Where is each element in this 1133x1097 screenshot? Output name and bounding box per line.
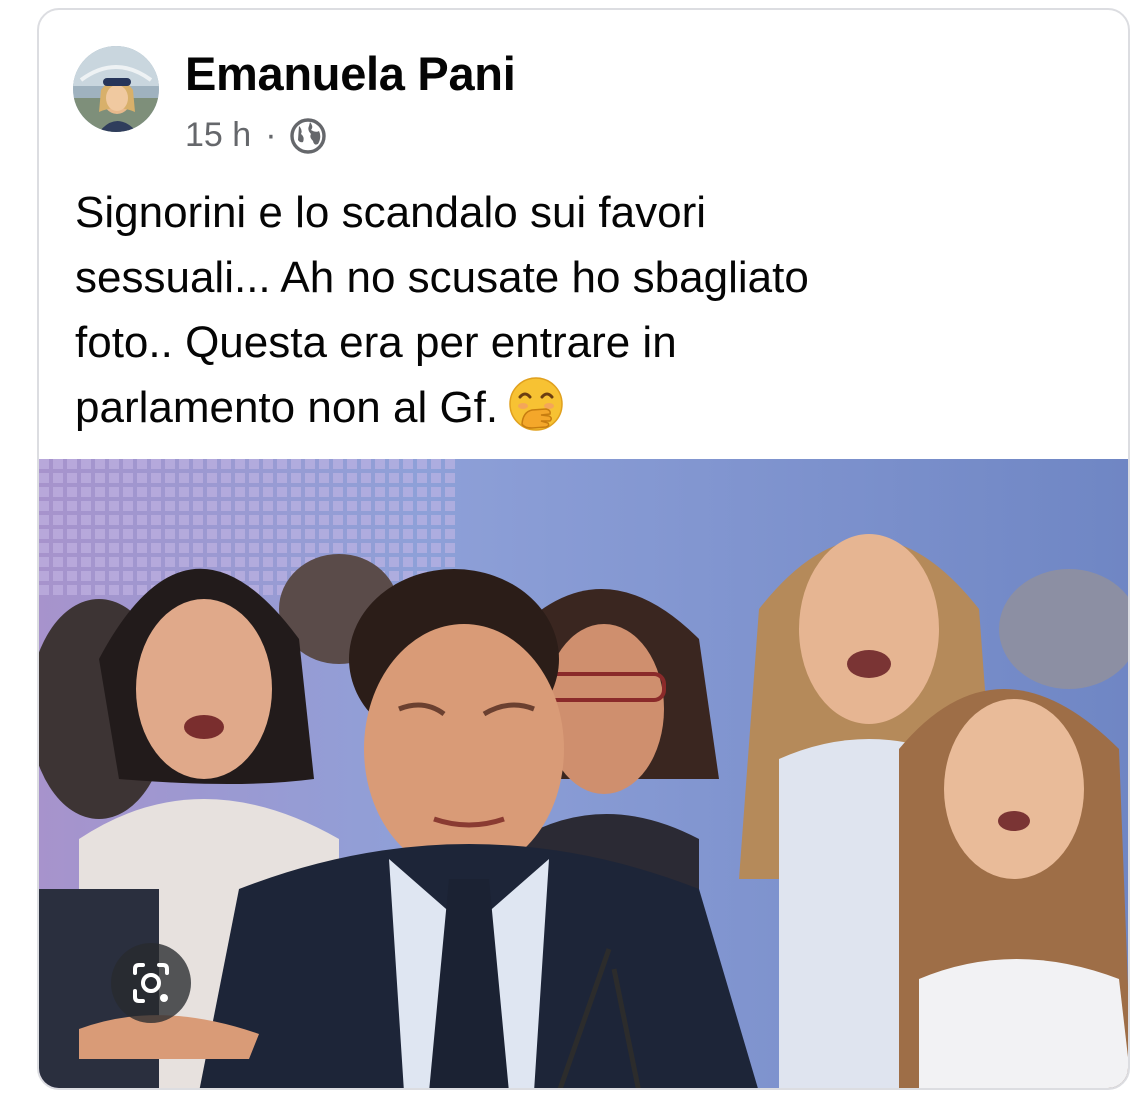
post-text-line: Signorini e lo scandalo sui favori [75, 188, 707, 237]
post-photo-image [39, 459, 1128, 1088]
post-message: Signorini e lo scandalo sui favori sessu… [75, 180, 1105, 440]
face-with-hand-over-mouth-icon [509, 377, 563, 431]
avatar-photo [73, 46, 159, 132]
post-card: Emanuela Pani 15 h · Signorini e lo scan… [37, 8, 1130, 1090]
post-header: Emanuela Pani 15 h · [73, 40, 973, 154]
author-name[interactable]: Emanuela Pani [185, 46, 516, 101]
post-text-line-last: parlamento non al Gf. [75, 375, 1105, 440]
author-avatar[interactable] [73, 46, 159, 132]
post-text-line: parlamento non al Gf. [75, 383, 499, 432]
meta-separator: · [265, 116, 277, 154]
post-meta: 15 h · [185, 116, 327, 155]
globe-icon[interactable] [289, 117, 327, 155]
post-text-line: sessuali... Ah no scusate ho sbagliato [75, 253, 809, 302]
post-timestamp[interactable]: 15 h [185, 116, 251, 155]
visual-search-button[interactable] [111, 943, 191, 1023]
post-photo[interactable] [39, 459, 1128, 1088]
visual-search-camera-icon [133, 963, 169, 1003]
post-text-line: foto.. Questa era per entrare in [75, 318, 677, 367]
